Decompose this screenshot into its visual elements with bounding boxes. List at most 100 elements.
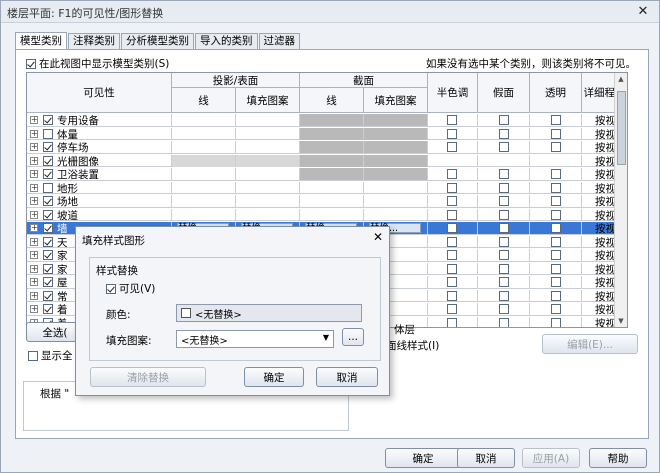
row-cell[interactable] [364, 141, 428, 153]
row-cell[interactable] [236, 208, 300, 221]
row-option-checkbox[interactable] [447, 169, 457, 179]
pattern-select[interactable]: <无替换> ▼ [176, 330, 334, 348]
row-option-checkbox[interactable] [551, 290, 561, 301]
row-cell[interactable] [236, 181, 300, 194]
chevron-down-icon[interactable]: ▼ [323, 333, 329, 342]
row-option-checkbox[interactable] [499, 115, 509, 125]
row-option-checkbox[interactable] [551, 128, 561, 139]
popup-ok-button[interactable]: 确定 [244, 367, 304, 387]
row-option-checkbox[interactable] [447, 236, 457, 247]
visible-option[interactable]: 可见(V) [106, 281, 155, 296]
row-cell[interactable] [172, 114, 236, 126]
row-option-checkbox[interactable] [447, 196, 457, 206]
row-option-checkbox[interactable] [499, 290, 509, 301]
category-row[interactable]: + 地形 按视图 [27, 181, 627, 195]
row-cell[interactable] [300, 208, 364, 221]
row-option-checkbox[interactable] [499, 250, 509, 260]
row-cell[interactable] [236, 168, 300, 180]
ok-button[interactable]: 确定 [385, 448, 461, 468]
row-cell[interactable] [530, 154, 582, 167]
row-option-checkbox[interactable] [551, 236, 561, 247]
row-option-checkbox[interactable] [551, 115, 561, 125]
apply-button[interactable]: 应用(A) [522, 448, 580, 468]
cancel-button[interactable]: 取消 [457, 448, 515, 468]
popup-cancel-button[interactable]: 取消 [316, 367, 378, 387]
tab-imported-categories[interactable]: 导入的类别 [195, 33, 258, 49]
row-cell[interactable] [172, 168, 236, 180]
row-option-checkbox[interactable] [551, 209, 561, 220]
tab-analytical-model-categories[interactable]: 分析模型类别 [121, 33, 194, 49]
row-cell[interactable] [300, 168, 364, 180]
row-cell[interactable] [364, 168, 428, 180]
row-option-checkbox[interactable] [447, 128, 457, 139]
color-button[interactable]: <无替换> [176, 304, 362, 322]
scroll-up-icon[interactable]: ▲ [617, 75, 625, 83]
category-row[interactable]: + 专用设备 按视图 [27, 114, 627, 127]
popup-close-icon[interactable]: ✕ [373, 230, 383, 244]
category-row[interactable]: + 体量 按视图 [27, 127, 627, 141]
row-cell[interactable] [364, 181, 428, 194]
row-cell[interactable] [172, 181, 236, 194]
row-option-checkbox[interactable] [499, 304, 509, 314]
grid-scrollbar[interactable]: ▲ ▼ [614, 73, 627, 327]
show-all[interactable]: 显示全 [28, 348, 73, 363]
row-cell[interactable] [236, 114, 300, 126]
row-option-checkbox[interactable] [551, 304, 561, 314]
category-row[interactable]: + 卫浴装置 按视图 [27, 168, 627, 181]
show-model-categories-checkbox[interactable] [26, 58, 36, 69]
row-cell[interactable] [236, 127, 300, 140]
show-all-checkbox[interactable] [28, 350, 38, 361]
row-option-checkbox[interactable] [499, 277, 509, 287]
row-cell[interactable] [300, 154, 364, 167]
row-cell[interactable] [236, 195, 300, 207]
row-option-checkbox[interactable] [551, 317, 561, 327]
row-cell[interactable] [236, 141, 300, 153]
row-cell[interactable] [300, 181, 364, 194]
row-option-checkbox[interactable] [447, 304, 457, 314]
row-cell[interactable] [364, 195, 428, 207]
row-option-checkbox[interactable] [499, 209, 509, 220]
row-option-checkbox[interactable] [499, 142, 509, 152]
row-cell[interactable] [300, 127, 364, 140]
row-option-checkbox[interactable] [551, 277, 561, 287]
scroll-thumb[interactable] [617, 91, 626, 165]
row-cell[interactable] [172, 208, 236, 221]
category-row[interactable]: + 坡道 按视图 [27, 208, 627, 222]
row-option-checkbox[interactable] [447, 317, 457, 327]
row-option-checkbox[interactable] [551, 196, 561, 206]
help-button[interactable]: 帮助 [589, 448, 647, 468]
tab-filters[interactable]: 过滤器 [258, 33, 300, 49]
row-option-checkbox[interactable] [551, 250, 561, 260]
category-row[interactable]: + 光栅图像 按视图 [27, 154, 627, 168]
row-option-checkbox[interactable] [551, 223, 561, 233]
row-cell[interactable] [364, 154, 428, 167]
row-cell[interactable] [172, 154, 236, 167]
pattern-browse-button[interactable]: ... [342, 328, 364, 346]
row-cell[interactable] [300, 195, 364, 207]
row-option-checkbox[interactable] [447, 182, 457, 193]
row-cell[interactable] [236, 154, 300, 167]
show-model-categories[interactable]: 在此视图中显示模型类别(S) [26, 56, 169, 71]
edit-button[interactable]: 编辑(E)... [542, 334, 638, 354]
row-option-checkbox[interactable] [447, 263, 457, 274]
row-cell[interactable] [172, 195, 236, 207]
row-cell[interactable] [300, 141, 364, 153]
row-option-checkbox[interactable] [551, 142, 561, 152]
row-option-checkbox[interactable] [551, 263, 561, 274]
visible-checkbox[interactable] [106, 283, 116, 294]
row-option-checkbox[interactable] [447, 277, 457, 287]
row-option-checkbox[interactable] [447, 250, 457, 260]
row-option-checkbox[interactable] [447, 290, 457, 301]
tab-annotation-categories[interactable]: 注释类别 [68, 33, 120, 49]
row-option-checkbox[interactable] [499, 236, 509, 247]
row-cell[interactable] [364, 127, 428, 140]
row-option-checkbox[interactable] [551, 169, 561, 179]
row-cell[interactable] [364, 114, 428, 126]
row-option-checkbox[interactable] [447, 209, 457, 220]
row-cell[interactable] [172, 127, 236, 140]
row-option-checkbox[interactable] [499, 128, 509, 139]
row-option-checkbox[interactable] [447, 142, 457, 152]
row-cell[interactable] [478, 154, 530, 167]
clear-override-button[interactable]: 清除替换 [90, 367, 206, 387]
category-row[interactable]: + 场地 按视图 [27, 195, 627, 208]
